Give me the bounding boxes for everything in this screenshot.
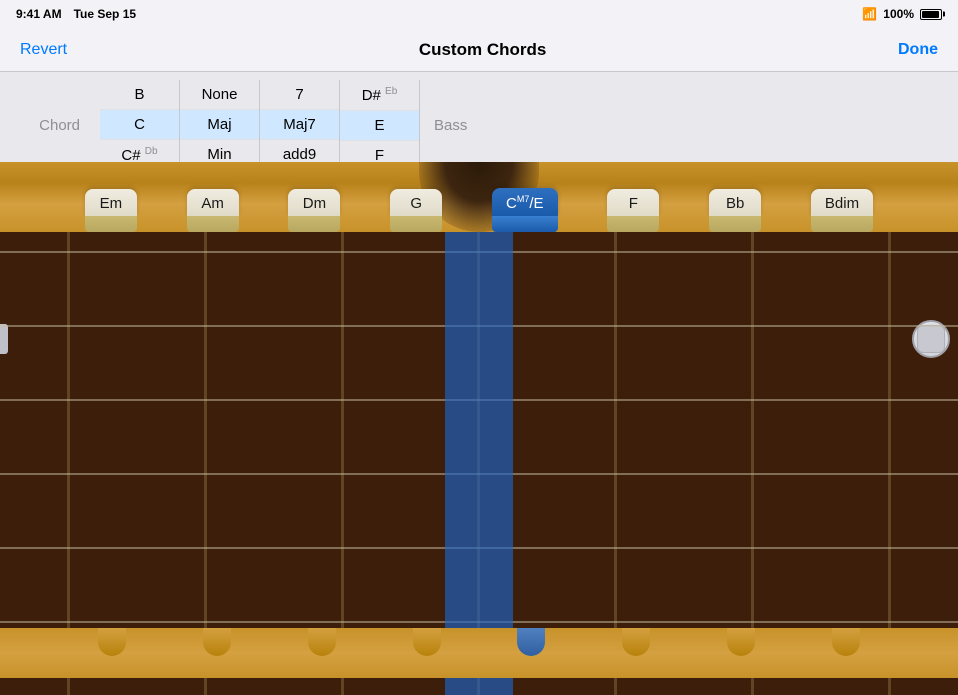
- chord-btn-em[interactable]: Em: [85, 189, 137, 232]
- wood-bottom: [0, 628, 958, 678]
- chord-btn-g-label: G: [390, 189, 442, 216]
- chord-btn-am[interactable]: Am: [187, 189, 239, 232]
- chord-cell-e[interactable]: E: [340, 111, 419, 141]
- chord-cell-b[interactable]: B: [100, 80, 179, 110]
- peg-bottom-bdim: [832, 628, 860, 656]
- chord-cell-ds[interactable]: D# Eb: [340, 80, 419, 111]
- chord-btn-cm7e-base: [492, 216, 558, 232]
- fret-divider-2: [204, 179, 207, 695]
- chord-btn-am-base: [187, 216, 239, 232]
- wood-top-overlay: Em Am Dm G CM7/E F: [0, 162, 958, 232]
- status-bar: 9:41 AM Tue Sep 15 📶 100%: [0, 0, 958, 28]
- guitar-area: [0, 179, 958, 695]
- chord-btn-em-base: [85, 216, 137, 232]
- battery-icon: [920, 9, 942, 20]
- chord-btn-cm7e[interactable]: CM7/E: [492, 188, 558, 232]
- fret-divider-3: [341, 179, 344, 695]
- chord-btn-bb-label: Bb: [709, 189, 761, 216]
- status-left: 9:41 AM Tue Sep 15: [16, 7, 136, 21]
- chord-btn-f-label: F: [607, 189, 659, 216]
- chord-btn-g-base: [390, 216, 442, 232]
- chord-btn-g[interactable]: G: [390, 189, 442, 232]
- chord-btn-f-base: [607, 216, 659, 232]
- chord-btn-dm[interactable]: Dm: [288, 189, 340, 232]
- chord-cell-maj7[interactable]: Maj7: [260, 110, 339, 140]
- chord-columns: B C C# Db None Maj Min 7 Maj7 add9 D# Eb…: [100, 80, 958, 170]
- chord-buttons-strip: Em Am Dm G CM7/E F: [0, 188, 958, 232]
- bass-col: Bass: [420, 80, 481, 170]
- chord-cell-7[interactable]: 7: [260, 80, 339, 110]
- wifi-icon: 📶: [862, 7, 877, 21]
- chord-btn-em-label: Em: [85, 189, 137, 216]
- bass-label: Bass: [434, 117, 467, 134]
- revert-button[interactable]: Revert: [20, 41, 67, 59]
- chord-btn-am-label: Am: [187, 189, 239, 216]
- peg-bottom-bb: [727, 628, 755, 656]
- peg-bottom-am: [203, 628, 231, 656]
- fret-divider-7: [888, 179, 891, 695]
- time: 9:41 AM: [16, 7, 62, 21]
- chord-btn-bb[interactable]: Bb: [709, 189, 761, 232]
- chord-label: Chord: [0, 117, 100, 134]
- chord-cell-maj[interactable]: Maj: [180, 110, 259, 140]
- peg-bottom-g: [413, 628, 441, 656]
- fret-divider-6: [751, 179, 754, 695]
- chord-col-notes: B C C# Db: [100, 80, 180, 170]
- chord-btn-f[interactable]: F: [607, 189, 659, 232]
- wood-top: Em Am Dm G CM7/E F: [0, 162, 958, 232]
- chord-btn-bb-base: [709, 216, 761, 232]
- active-column: [445, 179, 513, 695]
- chord-btn-bdim-base: [811, 216, 873, 232]
- chord-col-extension: 7 Maj7 add9: [260, 80, 340, 170]
- chord-btn-bdim[interactable]: Bdim: [811, 189, 873, 232]
- chord-col-bass-notes: D# Eb E F: [340, 80, 420, 170]
- done-button[interactable]: Done: [898, 41, 938, 59]
- status-right: 📶 100%: [862, 7, 942, 21]
- peg-bottom-dm: [308, 628, 336, 656]
- page-title: Custom Chords: [419, 40, 547, 60]
- chord-btn-dm-base: [288, 216, 340, 232]
- chord-btn-bdim-label: Bdim: [811, 189, 873, 216]
- peg-bottom-f: [622, 628, 650, 656]
- chord-cell-c[interactable]: C: [100, 110, 179, 140]
- nav-bar: Revert Custom Chords Done: [0, 28, 958, 72]
- chord-cell-none[interactable]: None: [180, 80, 259, 110]
- fret-divider-1: [67, 179, 70, 695]
- chord-btn-dm-label: Dm: [288, 189, 340, 216]
- peg-bottom-em: [98, 628, 126, 656]
- date: Tue Sep 15: [74, 7, 136, 21]
- battery-percent: 100%: [883, 7, 914, 21]
- peg-bottom-cm7e: [517, 628, 545, 656]
- fret-divider-5: [614, 179, 617, 695]
- chord-col-quality: None Maj Min: [180, 80, 260, 170]
- chord-btn-cm7e-label: CM7/E: [492, 188, 558, 216]
